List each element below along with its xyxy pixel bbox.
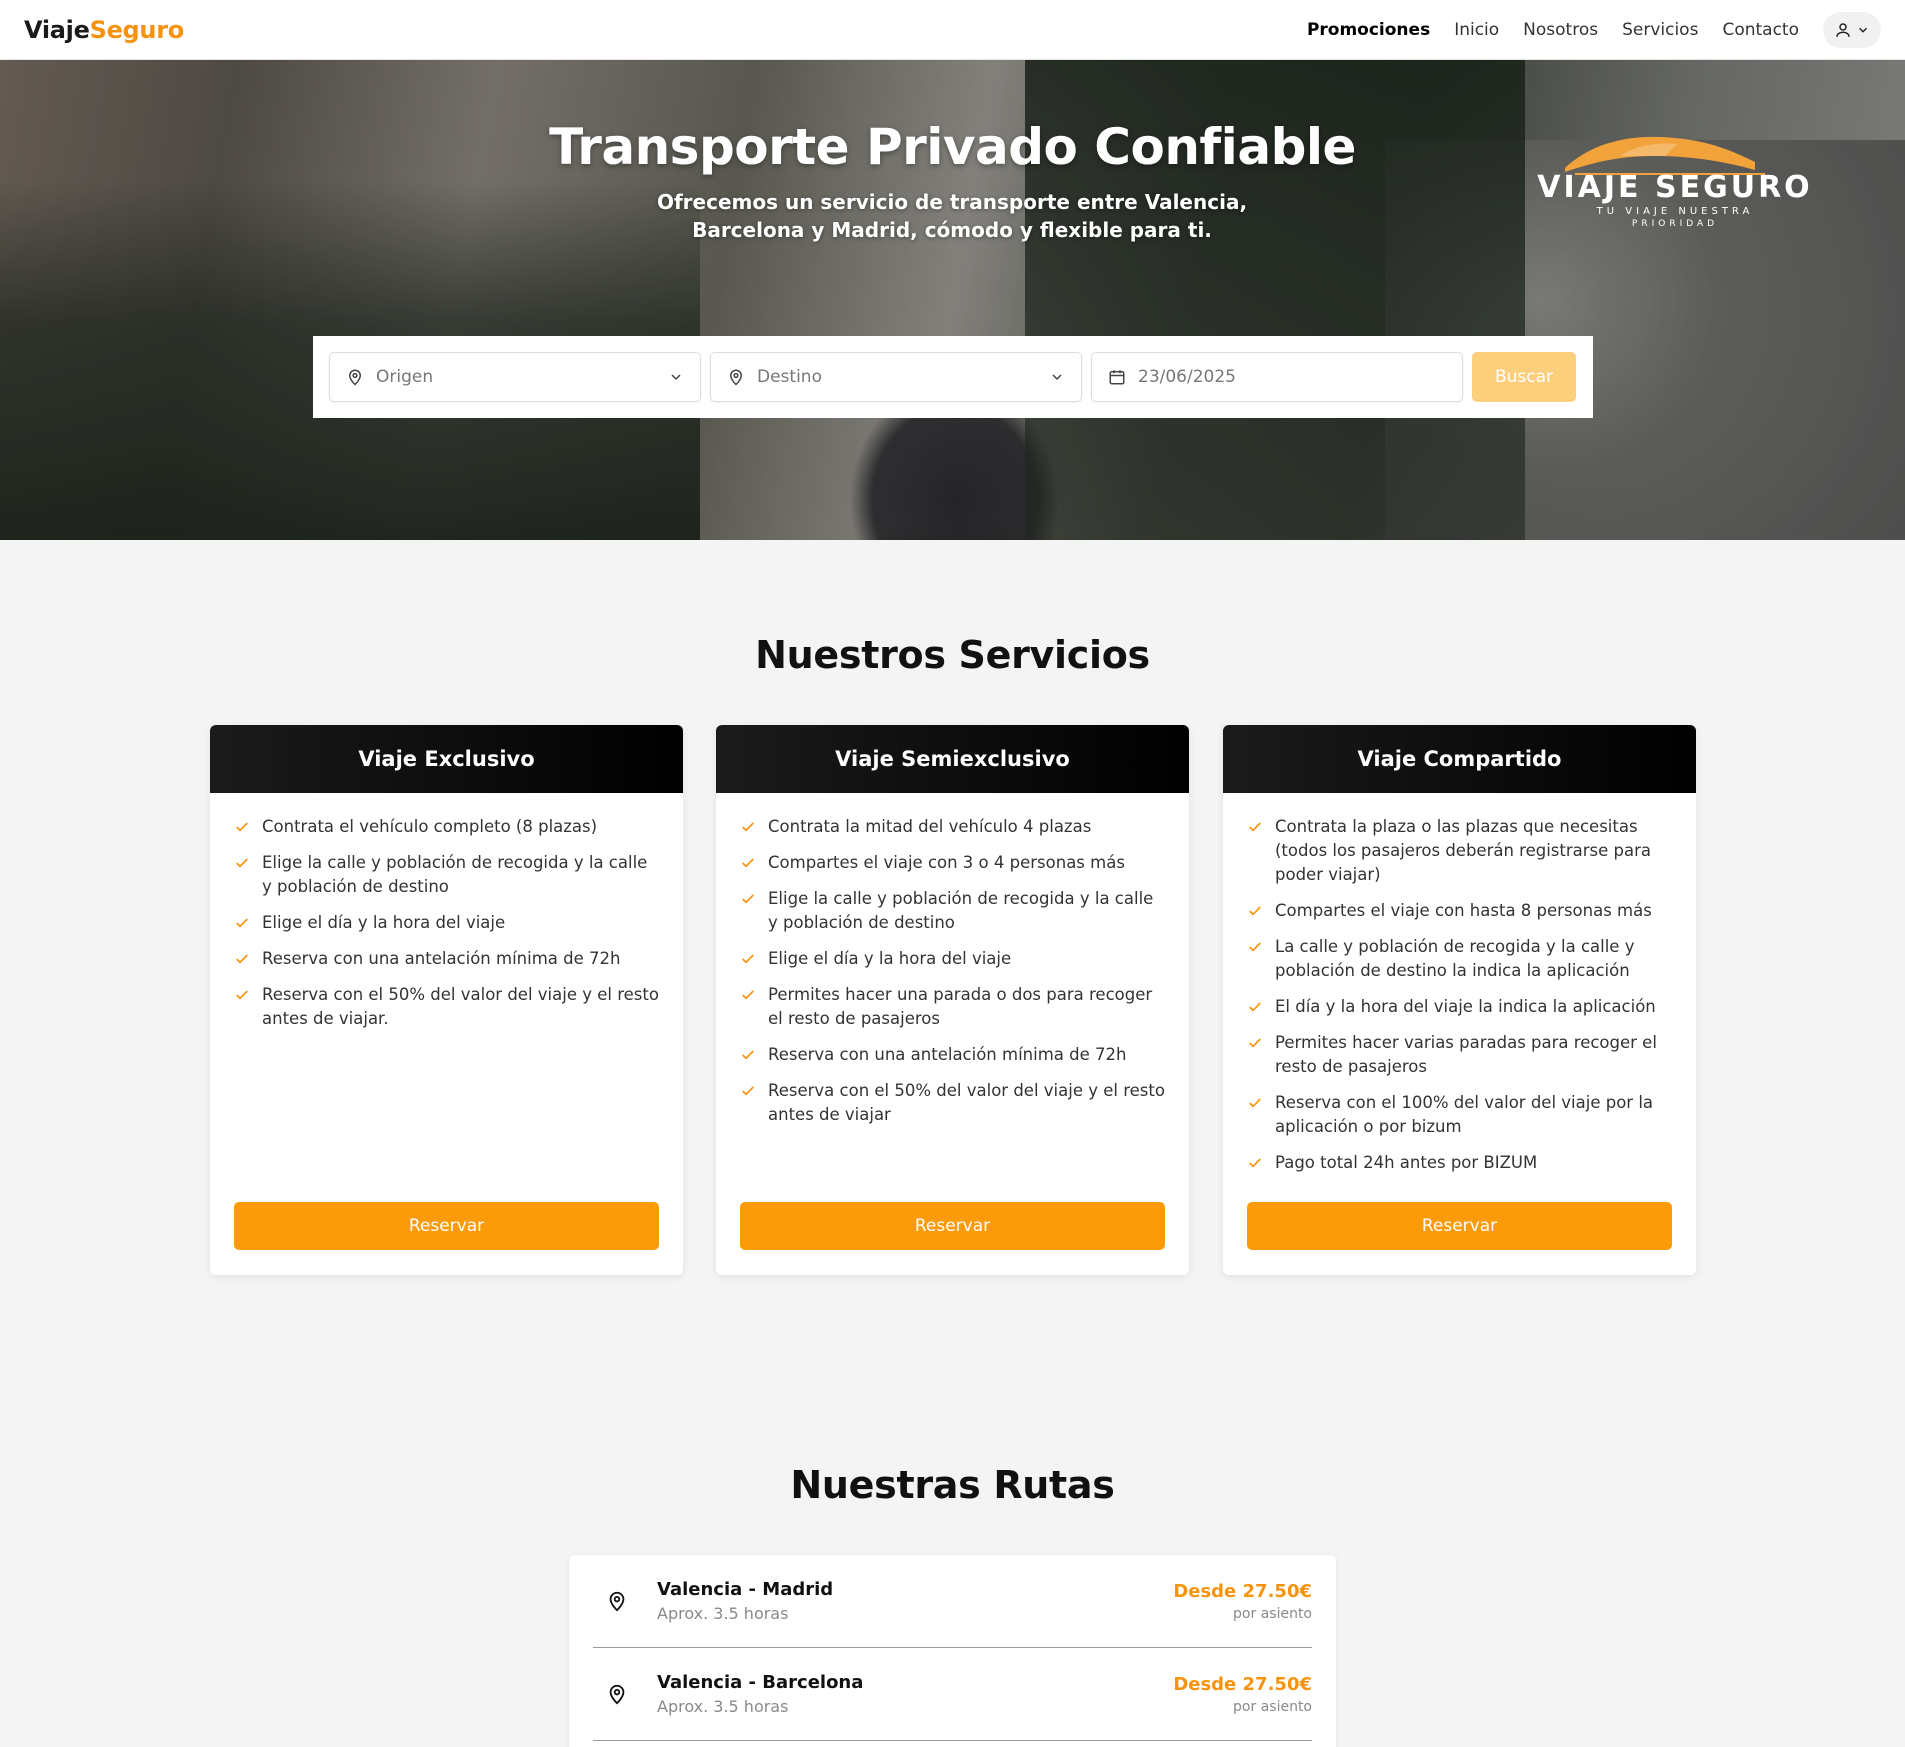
origen-select[interactable]: Origen [329, 352, 701, 402]
location-pin-icon [593, 1590, 641, 1612]
chevron-down-icon [1052, 374, 1062, 381]
service-card-semiexclusivo: Viaje Semiexclusivo Contrata la mitad de… [716, 725, 1189, 1275]
check-icon [740, 947, 758, 971]
viaje-seguro-logo: VIAJE SEGURO TU VIAJE NUESTRA PRIORIDAD [1505, 130, 1845, 230]
hero-subtitle: Ofrecemos un servicio de transporte entr… [656, 190, 1248, 242]
chevron-down-icon [671, 374, 681, 381]
destino-select[interactable]: Destino [710, 352, 1082, 402]
search-bar: Origen Destino 23/06/2025 Buscar [313, 336, 1593, 418]
reservar-button-exclusivo[interactable]: Reservar [234, 1202, 659, 1250]
route-price-unit: por asiento [1233, 1605, 1312, 1622]
check-icon [1247, 935, 1265, 959]
calendar-icon [1109, 370, 1125, 385]
card-title: Viaje Semiexclusivo [716, 725, 1189, 793]
reservar-button-compartido[interactable]: Reservar [1247, 1202, 1672, 1250]
check-icon [1247, 1031, 1265, 1055]
list-item: Compartes el viaje con hasta 8 personas … [1247, 899, 1672, 923]
service-card-compartido: Viaje Compartido Contrata la plaza o las… [1223, 725, 1696, 1275]
user-menu-button[interactable] [1823, 11, 1881, 48]
check-icon [1247, 815, 1265, 839]
list-item: Permites hacer varias paradas para recog… [1247, 1031, 1672, 1079]
date-input[interactable]: 23/06/2025 [1091, 352, 1463, 402]
list-item: Pago total 24h antes por BIZUM [1247, 1151, 1672, 1175]
route-item[interactable]: Valencia - Madrid Aprox. 3.5 horas Desde… [593, 1555, 1312, 1648]
check-icon [740, 851, 758, 875]
route-price: Desde 27.50€ [1173, 1580, 1312, 1602]
route-price-unit: por asiento [1233, 1698, 1312, 1715]
check-icon [1247, 899, 1265, 923]
location-pin-icon [348, 369, 362, 386]
list-item: Reserva con una antelación mínima de 72h [740, 1043, 1165, 1067]
route-duration: Aprox. 3.5 horas [657, 1604, 789, 1623]
nav-link-servicios[interactable]: Servicios [1622, 20, 1698, 40]
list-item: El día y la hora del viaje la indica la … [1247, 995, 1672, 1019]
list-item: Contrata la plaza o las plazas que neces… [1247, 815, 1672, 887]
check-icon [234, 911, 252, 935]
location-pin-icon [729, 369, 743, 386]
origen-placeholder: Origen [376, 367, 434, 387]
check-icon [1247, 995, 1265, 1019]
route-item[interactable]: Valencia - Barcelona Aprox. 3.5 horas De… [593, 1648, 1312, 1741]
hero-banner: Transporte Privado Confiable Ofrecemos u… [0, 60, 1905, 540]
list-item: Contrata el vehículo completo (8 plazas) [234, 815, 659, 839]
card-feature-list: Contrata el vehículo completo (8 plazas)… [210, 793, 683, 1031]
search-button[interactable]: Buscar [1472, 352, 1576, 402]
reservar-button-semiexclusivo[interactable]: Reservar [740, 1202, 1165, 1250]
check-icon [740, 1079, 758, 1103]
check-icon [234, 815, 252, 839]
services-cards: Viaje Exclusivo Contrata el vehículo com… [210, 725, 1696, 1275]
route-price: Desde 27.50€ [1173, 1673, 1312, 1695]
route-duration: Aprox. 3.5 horas [657, 1697, 789, 1716]
list-item: Reserva con una antelación mínima de 72h [234, 947, 659, 971]
routes-list: Valencia - Madrid Aprox. 3.5 horas Desde… [569, 1555, 1336, 1747]
services-title: Nuestros Servicios [755, 633, 1150, 677]
list-item: Compartes el viaje con 3 o 4 personas má… [740, 851, 1165, 875]
list-item: Elige el día y la hora del viaje [234, 911, 659, 935]
check-icon [1247, 1151, 1265, 1175]
card-title: Viaje Exclusivo [210, 725, 683, 793]
top-navbar: ViajeSeguro Promociones Inicio Nosotros … [0, 0, 1905, 60]
check-icon [234, 947, 252, 971]
card-feature-list: Contrata la mitad del vehículo 4 plazas … [716, 793, 1189, 1127]
route-name: Valencia - Madrid [657, 1579, 834, 1600]
nav-link-promociones[interactable]: Promociones [1307, 20, 1430, 40]
logo-tagline-2: PRIORIDAD [1631, 219, 1719, 229]
destino-placeholder: Destino [757, 367, 822, 387]
nav-link-nosotros[interactable]: Nosotros [1523, 20, 1598, 40]
location-pin-icon [593, 1683, 641, 1705]
brand-part1: Viaje [24, 15, 90, 44]
list-item: Elige el día y la hora del viaje [740, 947, 1165, 971]
list-item: Reserva con el 50% del valor del viaje y… [740, 1079, 1165, 1127]
list-item: Permites hacer una parada o dos para rec… [740, 983, 1165, 1031]
nav-link-contacto[interactable]: Contacto [1722, 20, 1799, 40]
user-icon [1836, 22, 1850, 37]
route-name: Valencia - Barcelona [657, 1672, 864, 1693]
service-card-exclusivo: Viaje Exclusivo Contrata el vehículo com… [210, 725, 683, 1275]
check-icon [1247, 1091, 1265, 1115]
check-icon [740, 1043, 758, 1067]
logo-main-text: VIAJE SEGURO [1537, 170, 1813, 205]
list-item: Reserva con el 100% del valor del viaje … [1247, 1091, 1672, 1139]
date-value: 23/06/2025 [1138, 367, 1236, 387]
list-item: La calle y población de recogida y la ca… [1247, 935, 1672, 983]
check-icon [740, 815, 758, 839]
nav-link-inicio[interactable]: Inicio [1454, 20, 1499, 40]
check-icon [234, 851, 252, 875]
list-item: Contrata la mitad del vehículo 4 plazas [740, 815, 1165, 839]
nav-links: Promociones Inicio Nosotros Servicios Co… [1307, 11, 1881, 48]
list-item: Reserva con el 50% del valor del viaje y… [234, 983, 659, 1031]
routes-title: Nuestras Rutas [790, 1463, 1115, 1507]
card-feature-list: Contrata la plaza o las plazas que neces… [1223, 793, 1696, 1175]
check-icon [234, 983, 252, 1007]
card-title: Viaje Compartido [1223, 725, 1696, 793]
chevron-down-icon [1858, 27, 1868, 33]
logo-tagline-1: TU VIAJE NUESTRA [1596, 206, 1754, 217]
list-item: Elige la calle y población de recogida y… [740, 887, 1165, 935]
list-item: Elige la calle y población de recogida y… [234, 851, 659, 899]
check-icon [740, 983, 758, 1007]
brand-logo[interactable]: ViajeSeguro [24, 16, 184, 44]
check-icon [740, 887, 758, 911]
brand-part2: Seguro [89, 15, 185, 44]
